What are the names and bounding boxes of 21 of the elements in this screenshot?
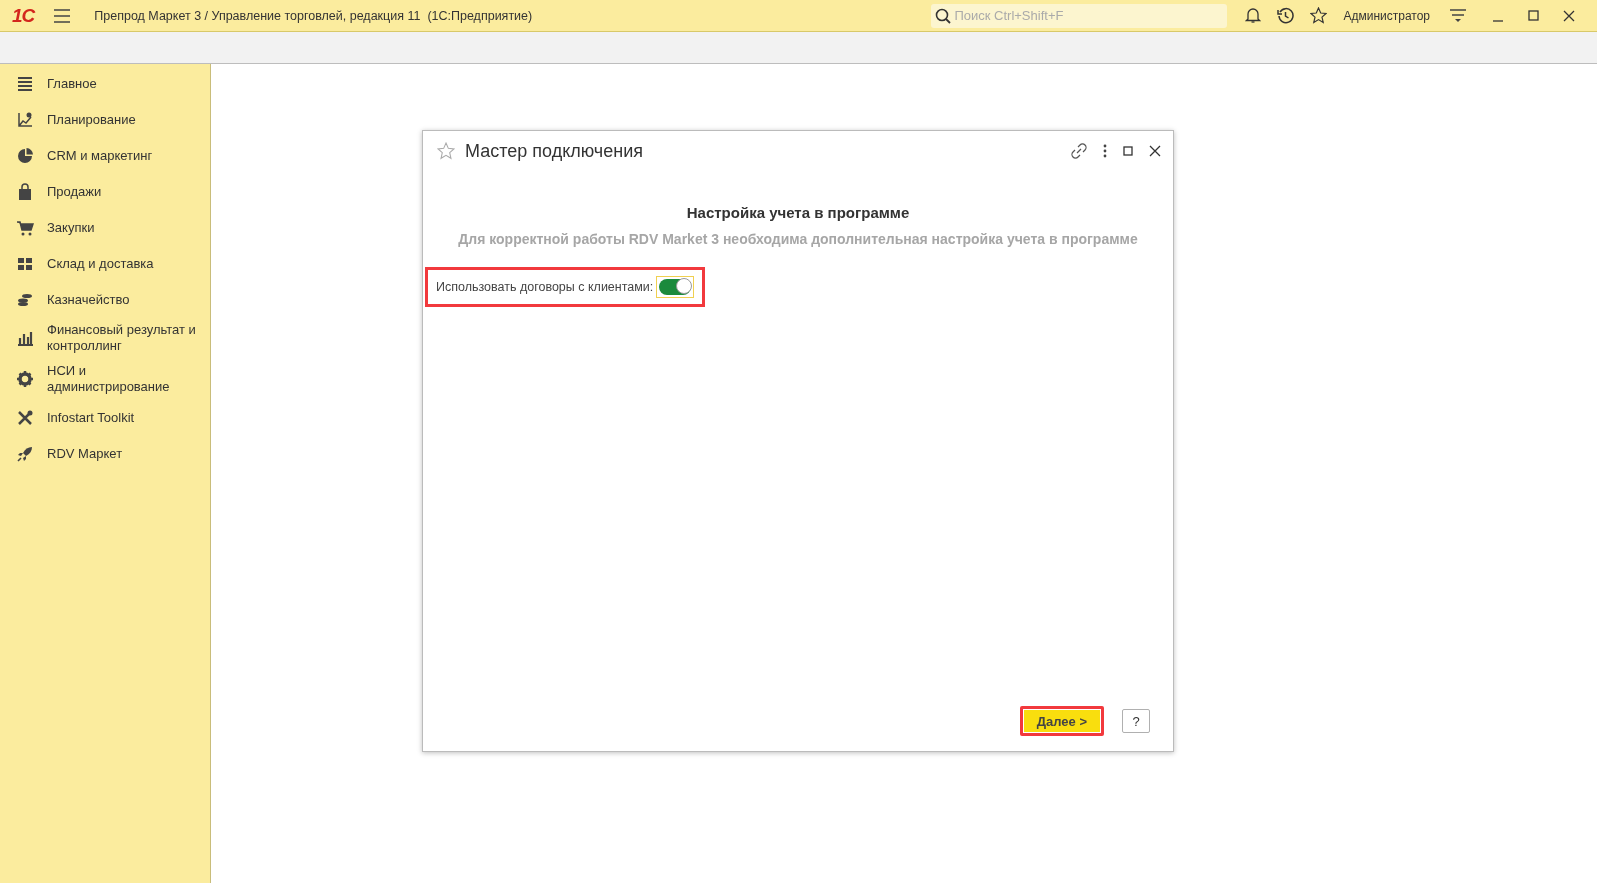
sidebar-item[interactable]: НСИ и администрирование xyxy=(0,359,210,399)
sidebar-item[interactable]: Закупки xyxy=(0,210,210,245)
help-button[interactable]: ? xyxy=(1122,709,1150,733)
app-logo: 1С xyxy=(12,4,35,27)
sidebar-item[interactable]: Склад и доставка xyxy=(0,246,210,281)
sidebar-item[interactable]: Главное xyxy=(0,66,210,101)
dialog-title: Мастер подключения xyxy=(465,140,644,162)
next-button[interactable]: Далее > xyxy=(1019,706,1104,736)
user-name[interactable]: Администратор xyxy=(1343,8,1430,23)
sidebar-item[interactable]: Финансовый результат и контроллинг xyxy=(0,318,210,358)
search-field[interactable]: Поиск Ctrl+Shift+F xyxy=(931,3,1228,28)
section-description: Для корректной работы RDV Market 3 необходима дополнительная настройка учета в программе xyxy=(457,231,1139,247)
sidebar-item[interactable]: RDV Маркет xyxy=(0,436,210,471)
sidebar-item[interactable]: CRM и маркетинг xyxy=(0,138,210,173)
sidebar-item[interactable]: Казначейство xyxy=(0,282,210,317)
sidebar-item[interactable]: Infostart Toolkit xyxy=(0,400,210,435)
window-title: Препрод Маркет 3 / Управление торговлей, редакция 11 (1С:Предприятие) xyxy=(94,8,533,23)
sidebar-item[interactable]: Продажи xyxy=(0,174,210,209)
sidebar-item[interactable]: Планирование xyxy=(0,102,210,137)
toggle-label: Использовать договоры с клиентами: xyxy=(436,280,654,294)
section-heading: Настройка учета в программе xyxy=(685,204,911,221)
